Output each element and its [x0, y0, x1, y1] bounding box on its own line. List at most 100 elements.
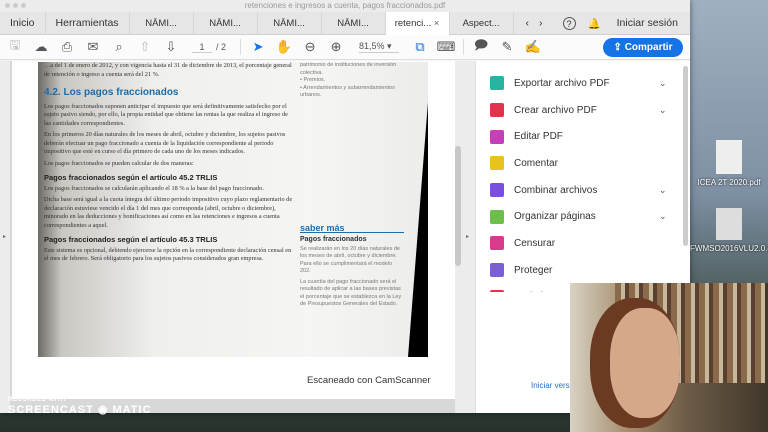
search-icon[interactable]: ⌕ [106, 39, 132, 55]
help-icon[interactable]: ? [562, 16, 576, 30]
tab-document[interactable]: NĀMI... [322, 11, 386, 35]
side-paragraph: La cuantía del pago fraccionado será el … [300, 278, 402, 308]
doc-paragraph: Los pagos fraccionados se calcularán apl… [44, 184, 264, 192]
tabs-prev-arrow[interactable]: ‹ [526, 17, 530, 29]
left-panel-toggle[interactable]: ▸ [0, 61, 10, 413]
chevron-down-icon[interactable]: ⌄ [659, 105, 667, 116]
presenter-face [610, 308, 680, 418]
tool-item[interactable]: Crear archivo PDF ⌄ [476, 97, 690, 124]
bell-icon[interactable]: 🔔 [588, 17, 601, 30]
divider [240, 39, 242, 55]
tab-bar: Inicio Herramientas NĀMI... NĀMI... NĀMI… [0, 11, 690, 35]
collapse-arrow-icon[interactable]: ▸ [466, 233, 469, 240]
doc-heading: 4.2. Los pagos fraccionados [44, 87, 179, 98]
tool-item[interactable]: Combinar archivos ⌄ [476, 177, 690, 204]
tab-document[interactable]: NĀMI... [194, 11, 258, 35]
page-up-icon[interactable]: ⇧ [132, 39, 158, 55]
tool-item[interactable]: Editar PDF [476, 123, 690, 150]
file-label: ICEA 2T 2020.pdf [697, 178, 761, 187]
tab-document[interactable]: Aspect... [450, 11, 514, 35]
tool-icon [490, 263, 504, 278]
document-view[interactable]: …a del 1 de enero de 2012, y con vigenci… [10, 61, 461, 413]
tool-label: Exportar archivo PDF [514, 77, 610, 89]
tool-item[interactable]: Exportar archivo PDF ⌄ [476, 70, 690, 97]
chevron-down-icon[interactable]: ⌄ [659, 211, 667, 222]
close-window-button[interactable] [5, 3, 10, 8]
print-icon[interactable]: ⎙ [54, 39, 80, 55]
chevron-down-icon[interactable]: ⌄ [659, 78, 667, 89]
divider [463, 39, 465, 55]
expand-arrow-icon[interactable]: ▸ [3, 233, 6, 240]
email-icon[interactable]: ✉ [80, 39, 106, 55]
zoom-in-icon[interactable]: ⊕ [323, 39, 349, 55]
scroll-mode-icon[interactable]: ⌨ [433, 39, 459, 55]
tool-icon [490, 289, 504, 292]
tool-label: Editar PDF [514, 131, 563, 143]
title-bar: retenciones e ingresos a cuenta, pagos f… [0, 0, 690, 12]
side-title: Pagos fraccionados [300, 236, 367, 243]
share-icon: ⇪ [613, 42, 625, 53]
camscanner-footer: Escaneado con CamScanner [307, 375, 431, 386]
watermark-logo: SCREENCAST ◉ MATIC [8, 404, 152, 416]
page-down-icon[interactable]: ⇩ [158, 39, 184, 55]
tool-item[interactable]: Proteger [476, 257, 690, 284]
doc-paragraph: Dicha base será igual a la cuota íntegra… [44, 196, 293, 229]
zoom-level-select[interactable]: 81,5% ▾ [359, 41, 400, 53]
page-total: / 2 [216, 42, 227, 52]
tool-label: Crear archivo PDF [514, 104, 597, 116]
tab-active-document[interactable]: retenci... × [385, 11, 450, 35]
share-button[interactable]: ⇪ Compartir [603, 38, 683, 57]
side-bullet: • Arrendamientos y subarrendamientos urb… [300, 84, 395, 99]
zoom-button[interactable] [21, 3, 26, 8]
doc-paragraph: Los pagos fraccionados se pueden calcula… [44, 159, 194, 167]
desktop-file-pdf[interactable]: ICEA 2T 2020.pdf [690, 140, 768, 187]
zoom-level: 81,5% [359, 41, 385, 51]
webcam-overlay [570, 283, 768, 432]
panel-scrollbar[interactable] [683, 66, 688, 246]
toolbar: 🖫 ☁ ⎙ ✉ ⌕ ⇧ ⇩ 1 / 2 ➤ ✋ ⊖ ⊕ 81,5% ▾ ⧉ ⌨ … [0, 35, 690, 60]
pdf-file-icon [716, 140, 742, 174]
page-shadow [408, 102, 428, 357]
sign-icon[interactable]: ✍ [520, 39, 546, 55]
tool-icon [490, 236, 504, 251]
tool-label: Organizar páginas [514, 211, 596, 223]
highlight-pen-icon[interactable]: ✎ [494, 39, 520, 55]
saber-mas-heading: saber más [300, 223, 404, 233]
dmg-file-icon [716, 208, 742, 240]
select-cursor-icon[interactable]: ➤ [245, 39, 271, 55]
minimize-button[interactable] [13, 3, 18, 8]
tool-icon [490, 76, 504, 91]
pdf-page: …a del 1 de enero de 2012, y con vigenci… [12, 61, 456, 399]
window-controls[interactable] [5, 3, 26, 8]
doc-subheading: Pagos fraccionados según el artículo 45.… [44, 173, 218, 182]
tool-label: Combinar archivos [514, 184, 598, 196]
chevron-down-icon[interactable]: ⌄ [659, 185, 667, 196]
close-tab-icon[interactable]: × [434, 18, 440, 29]
share-label: Compartir [624, 42, 673, 53]
tool-item[interactable]: Organizar páginas ⌄ [476, 203, 690, 230]
tool-item[interactable]: Censurar [476, 230, 690, 257]
tool-label: Censurar [514, 237, 556, 249]
page-fit-icon[interactable]: ⧉ [407, 39, 433, 55]
tool-icon [490, 209, 504, 224]
cloud-upload-icon[interactable]: ☁ [28, 39, 54, 55]
sign-in-link[interactable]: Iniciar sesión [617, 17, 678, 29]
doc-paragraph: Este sistema es opcional, debiendo ejerc… [44, 246, 292, 263]
tab-inicio[interactable]: Inicio [0, 11, 46, 35]
save-icon[interactable]: 🖫 [2, 36, 28, 58]
panel-toggle[interactable]: ▸ [461, 61, 475, 413]
zoom-out-icon[interactable]: ⊖ [297, 39, 323, 55]
tab-document[interactable]: NĀMI... [258, 11, 322, 35]
tool-item[interactable]: Comentar [476, 150, 690, 177]
tool-icon [490, 103, 504, 118]
desktop-file-dmg[interactable]: FWMSO2016VLU2.0.dmg [690, 208, 768, 253]
tool-label: Comentar [514, 157, 558, 169]
tabs-next-arrow[interactable]: › [539, 17, 543, 29]
comment-icon[interactable]: 🗩 [468, 36, 494, 58]
page-number-input[interactable]: 1 [192, 42, 212, 53]
tool-icon [490, 183, 504, 198]
tab-document[interactable]: NĀMI... [130, 11, 194, 35]
screencast-watermark: RECORDED WITH SCREENCAST ◉ MATIC [8, 397, 152, 416]
hand-tool-icon[interactable]: ✋ [271, 39, 297, 55]
tab-herramientas[interactable]: Herramientas [46, 11, 130, 35]
